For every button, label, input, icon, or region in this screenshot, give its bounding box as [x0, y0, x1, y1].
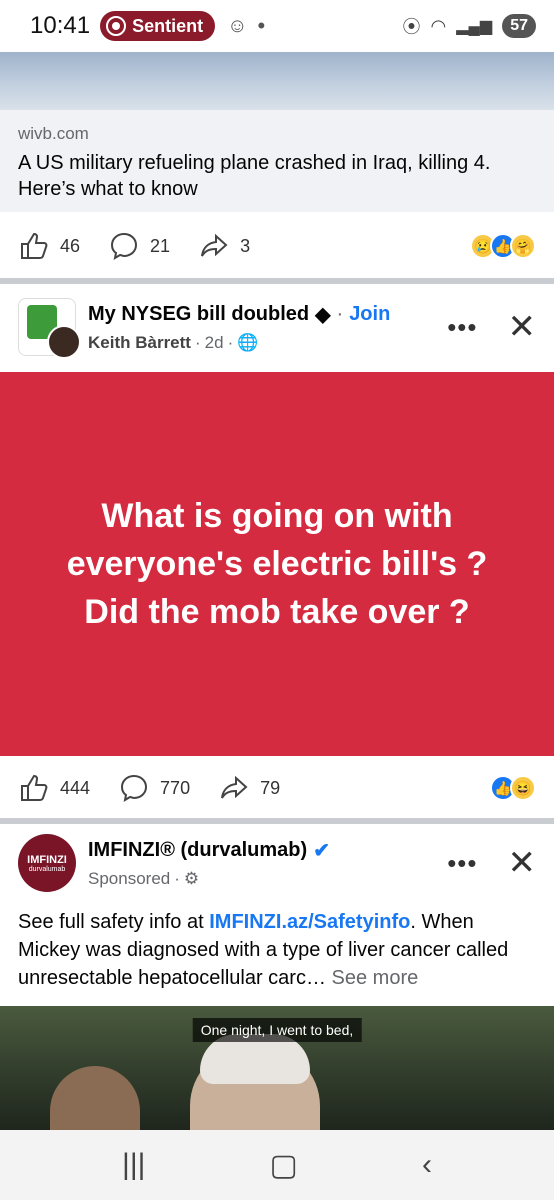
share-icon [221, 775, 248, 799]
notification-app-label: Sentient [132, 15, 204, 36]
post-text: What is going on with everyone's electri… [66, 497, 488, 631]
avatar-sub: durvalumab [28, 865, 66, 873]
comment-button[interactable]: 21 [108, 230, 170, 262]
share-icon [201, 233, 228, 257]
verified-badge-icon: ✔ [313, 839, 330, 862]
post-time[interactable]: 2d [205, 333, 224, 353]
share-button[interactable]: 3 [198, 230, 250, 262]
home-icon[interactable]: ▢ [270, 1148, 298, 1183]
link-domain: wivb.com [18, 124, 89, 143]
comment-count: 21 [150, 235, 171, 256]
more-options-icon[interactable]: ••• [447, 848, 477, 879]
safety-info-link[interactable]: IMFINZI.az/Safetyinfo [209, 911, 410, 933]
post-byline: Keith Bàrrett · 2d · 🌐 [88, 333, 447, 353]
more-options-icon[interactable]: ••• [447, 312, 477, 343]
separator-dot: · [336, 302, 344, 325]
video-caption: One night, I went to bed, [192, 1018, 362, 1042]
advertiser-avatar[interactable]: IMFINZI durvalumab [18, 834, 76, 892]
sentient-notification-pill[interactable]: Sentient [100, 11, 216, 41]
status-bar: 10:41 Sentient ☺ • ⦿ ◠ ▂▄▆ 57 [0, 0, 554, 52]
signal-icon: ▂▄▆ [456, 18, 493, 35]
like-count: 444 [60, 777, 91, 798]
comment-count: 770 [160, 777, 191, 798]
group-avatar[interactable] [18, 298, 81, 359]
gear-icon: ⚙ [183, 868, 200, 888]
separator-dot: · [227, 332, 234, 352]
text-post-body[interactable]: What is going on with everyone's electri… [0, 372, 554, 756]
avatar-brand: IMFINZI [27, 853, 67, 866]
share-button[interactable]: 79 [218, 772, 280, 804]
share-count: 3 [240, 235, 251, 256]
link-preview-card[interactable]: wivb.com A US military refueling plane c… [0, 110, 554, 212]
app-notification-icon: ☺ [227, 14, 248, 37]
comment-icon [111, 232, 138, 261]
feed-separator [0, 278, 554, 284]
haha-reaction-icon: 😆 [510, 775, 536, 801]
link-post-action-bar: 46 21 3 😢 👍 🤗 [0, 214, 554, 278]
author-name[interactable]: Keith Bàrrett [88, 333, 191, 353]
separator-dot: · [194, 332, 201, 352]
group-post-header: My NYSEG bill doubled ◆ · Join Keith Bàr… [0, 288, 554, 366]
like-count: 46 [60, 235, 81, 256]
back-icon[interactable]: ‹ [422, 1148, 432, 1182]
record-icon [106, 16, 127, 36]
close-icon[interactable]: ✕ [508, 846, 537, 880]
recent-apps-icon[interactable]: ||| [122, 1148, 145, 1182]
unknown-glyph-icon: ◆ [315, 303, 331, 326]
ad-title-line: IMFINZI® (durvalumab) ✔ [88, 838, 447, 863]
advertiser-name[interactable]: IMFINZI® (durvalumab) [88, 839, 307, 862]
share-count: 79 [260, 777, 281, 798]
reaction-summary[interactable]: 👍 😆 [490, 775, 536, 801]
battery-indicator: 57 [502, 14, 536, 38]
like-button[interactable]: 46 [18, 230, 80, 262]
post-title-line: My NYSEG bill doubled ◆ · Join [88, 302, 447, 327]
like-button[interactable]: 444 [18, 772, 90, 804]
close-icon[interactable]: ✕ [508, 310, 537, 344]
comment-button[interactable]: 770 [118, 772, 190, 804]
post-meta: My NYSEG bill doubled ◆ · Join Keith Bàr… [88, 302, 447, 353]
care-reaction-icon: 🤗 [510, 233, 536, 259]
group-name[interactable]: My NYSEG bill doubled [88, 303, 309, 326]
ad-text: See full safety info at IMFINZI.az/Safet… [18, 908, 538, 992]
thumbs-up-icon [21, 774, 48, 801]
join-button[interactable]: Join [349, 303, 390, 326]
author-avatar[interactable] [47, 325, 81, 359]
ad-meta: IMFINZI® (durvalumab) ✔ Sponsored · ⚙ [88, 838, 447, 889]
ad-byline: Sponsored · ⚙ [88, 869, 447, 889]
link-title: A US military refueling plane crashed in… [18, 152, 491, 200]
location-icon: ⦿ [402, 17, 421, 37]
comment-icon [121, 774, 148, 803]
ad-text-prefix: See full safety info at [18, 911, 210, 933]
video-person-left [50, 1066, 140, 1130]
sponsored-label[interactable]: Sponsored [88, 869, 170, 889]
reaction-summary[interactable]: 😢 👍 🤗 [470, 233, 536, 259]
globe-icon: 🌐 [237, 332, 259, 352]
system-nav-bar: ||| ▢ ‹ [0, 1130, 554, 1200]
ad-video[interactable]: One night, I went to bed, [0, 1006, 554, 1130]
ad-post-header: IMFINZI durvalumab IMFINZI® (durvalumab)… [0, 824, 554, 902]
separator-dot: · [174, 868, 180, 888]
clock: 10:41 [30, 12, 91, 39]
group-post-action-bar: 444 770 79 👍 😆 [0, 756, 554, 820]
link-preview-image[interactable] [0, 52, 554, 110]
thumbs-up-icon [21, 232, 48, 259]
more-notifications-dot: • [257, 13, 266, 38]
wifi-icon: ◠ [430, 15, 447, 36]
see-more-link[interactable]: See more [332, 967, 419, 989]
